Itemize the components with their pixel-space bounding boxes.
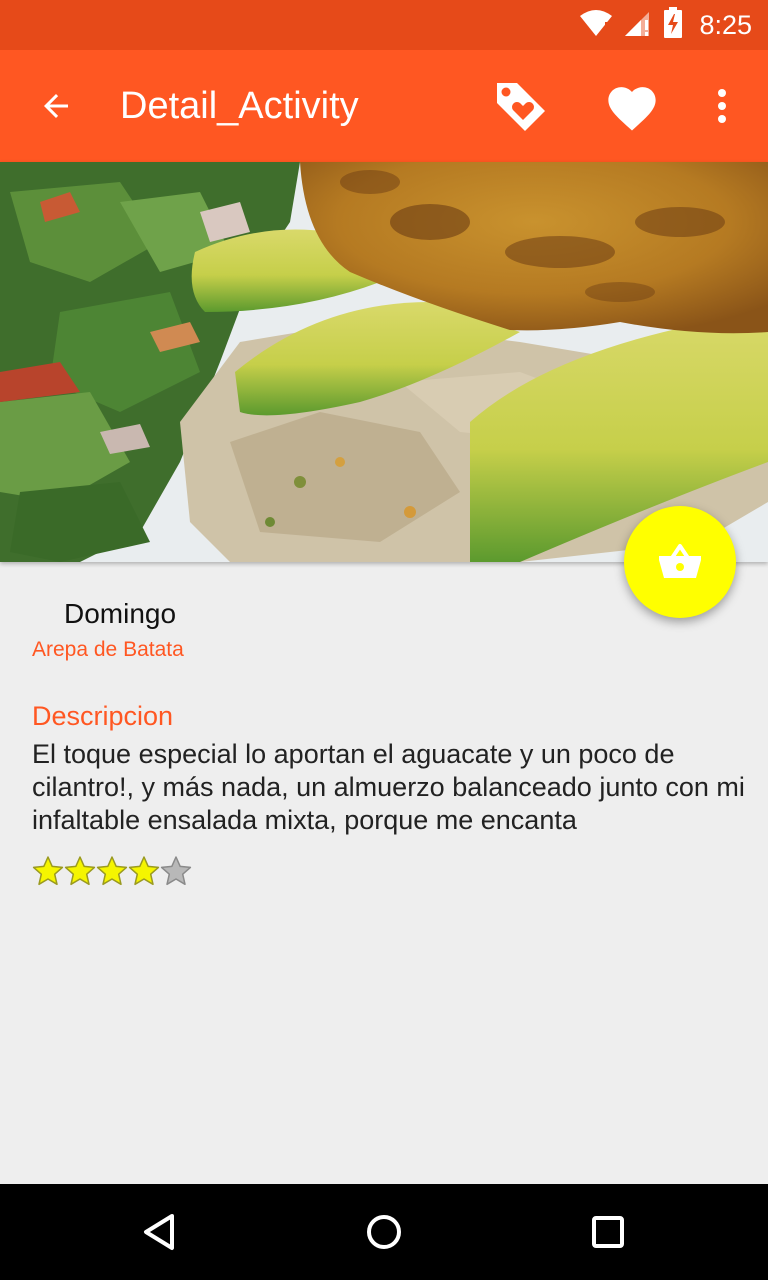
back-button[interactable] [24,78,88,134]
nav-recents-icon [592,1216,624,1248]
system-nav-bar [0,1184,768,1280]
signal-icon [623,8,653,43]
nav-back-icon [144,1214,174,1250]
nav-home-icon [367,1215,401,1249]
heart-icon [608,87,656,131]
battery-charging-icon [663,6,683,44]
description-heading: Descripcion [32,701,174,731]
favorite-button[interactable] [596,74,668,138]
rating-bar[interactable] [32,855,192,887]
nav-home-button[interactable] [354,1202,414,1262]
status-icons: 8:25 [579,6,752,44]
star-filled-icon[interactable] [64,855,96,887]
app-bar: Detail_Activity [0,50,768,162]
wifi-icon [579,8,613,43]
recipe-image [0,162,768,562]
status-time: 8:25 [699,9,752,40]
more-vert-icon [718,89,726,123]
more-options-button[interactable] [690,74,754,138]
status-bar: 8:25 [0,0,768,50]
recipe-name: Arepa de Batata [32,638,184,661]
star-filled-icon[interactable] [32,855,64,887]
basket-icon [659,544,701,578]
star-filled-icon[interactable] [96,855,128,887]
tag-button[interactable] [484,74,556,138]
star-empty-icon[interactable] [160,855,192,887]
nav-back-button[interactable] [130,1202,190,1262]
page-title: Detail_Activity [120,85,359,127]
description-text: El toque especial lo aportan el aguacate… [32,739,745,835]
back-arrow-icon [44,94,68,118]
nav-recents-button[interactable] [578,1202,638,1262]
star-filled-icon[interactable] [128,855,160,887]
cart-fab[interactable] [624,506,736,618]
day-label: Domingo [64,598,177,629]
tag-heart-icon [497,83,545,131]
